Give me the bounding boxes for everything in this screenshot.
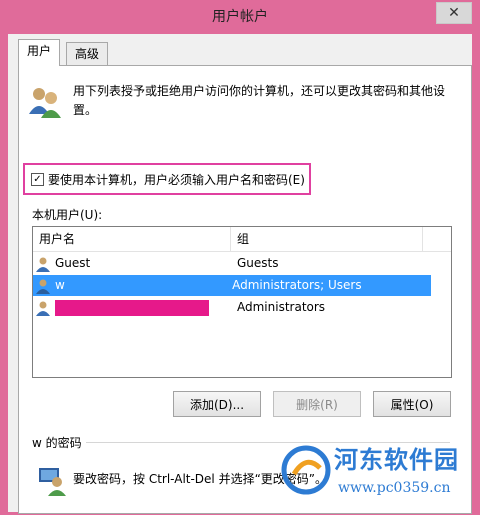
close-icon: ✕: [448, 5, 460, 21]
column-header-username[interactable]: 用户名: [33, 227, 231, 251]
row-group: Administrators; Users: [232, 278, 362, 292]
tab-users[interactable]: 用户: [18, 39, 61, 66]
watermark: 河东软件园 www.pc0359.cn: [280, 440, 480, 512]
column-header-group[interactable]: 组: [231, 227, 423, 251]
table-row[interactable]: Guest Guests: [33, 253, 451, 274]
watermark-logo-icon: [281, 445, 331, 495]
tab-advanced[interactable]: 高级: [66, 42, 109, 65]
watermark-url: www.pc0359.cn: [338, 480, 451, 496]
user-icon: [36, 257, 50, 272]
properties-button[interactable]: 属性(O): [373, 391, 451, 417]
users-table[interactable]: 用户名 组 Guest Guests w Administrators; Use…: [32, 226, 452, 378]
add-user-button[interactable]: 添加(D)...: [173, 391, 261, 417]
users-icon: [29, 88, 61, 118]
column-header-empty: [423, 227, 451, 251]
user-icon: [36, 301, 50, 316]
remove-user-button[interactable]: 删除(R): [273, 391, 361, 417]
watermark-title: 河东软件园: [334, 445, 459, 474]
user-password-icon: [39, 468, 66, 496]
require-login-label: 要使用本计算机，用户必须输入用户名和密码(E): [48, 172, 305, 187]
row-username: w: [55, 278, 65, 292]
row-group: Administrators: [237, 300, 326, 314]
require-login-option[interactable]: ✓ 要使用本计算机，用户必须输入用户名和密码(E): [23, 163, 311, 195]
local-users-label: 本机用户(U):: [32, 208, 103, 222]
close-button[interactable]: ✕: [436, 2, 472, 24]
window-title: 用户帐户: [212, 9, 268, 25]
table-header: 用户名 组: [33, 227, 451, 252]
intro-text: 用下列表授予或拒绝用户访问你的计算机，还可以更改其密码和其他设置。: [73, 84, 446, 117]
table-row[interactable]: Administrators: [33, 297, 451, 318]
table-row-selected[interactable]: w Administrators; Users: [33, 275, 431, 296]
row-group: Guests: [237, 256, 279, 270]
row-username: Guest: [55, 256, 91, 270]
redacted-username: [55, 299, 209, 316]
title-bar: 用户帐户 ✕: [0, 0, 480, 34]
require-login-checkbox[interactable]: ✓: [31, 172, 44, 186]
password-group-label: w 的密码: [32, 434, 86, 451]
user-icon: [36, 279, 50, 294]
